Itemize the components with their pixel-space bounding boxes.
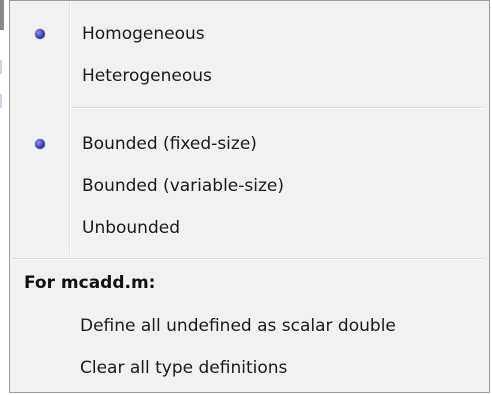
background-window-marker [0, 94, 2, 108]
section-header-for-file: For mcadd.m: [24, 273, 156, 293]
menu-separator [73, 107, 485, 109]
radio-selected-bullet-icon [35, 29, 45, 39]
menu-item-label: Unbounded [82, 218, 180, 238]
context-menu: Homogeneous Heterogeneous Bounded (fixed… [9, 0, 490, 393]
menu-item-bounded-variable-size[interactable]: Bounded (variable-size) [12, 166, 487, 206]
menu-separator [12, 258, 485, 260]
menu-item-label: Bounded (fixed-size) [82, 134, 257, 154]
menu-item-define-all-undefined[interactable]: Define all undefined as scalar double [12, 306, 487, 346]
menu-item-label: Bounded (variable-size) [82, 176, 284, 196]
menu-item-heterogeneous[interactable]: Heterogeneous [12, 56, 487, 96]
menu-item-unbounded[interactable]: Unbounded [12, 208, 487, 248]
menu-item-label: Homogeneous [82, 24, 205, 44]
menu-item-homogeneous[interactable]: Homogeneous [12, 14, 487, 54]
background-window-frame [0, 0, 4, 30]
menu-item-label: Heterogeneous [82, 66, 212, 86]
radio-selected-bullet-icon [35, 139, 45, 149]
menu-item-label: Define all undefined as scalar double [80, 316, 396, 336]
menu-item-bounded-fixed-size[interactable]: Bounded (fixed-size) [12, 124, 487, 164]
menu-item-clear-all-type-definitions[interactable]: Clear all type definitions [12, 348, 487, 388]
background-window-marker [0, 60, 2, 74]
menu-item-label: Clear all type definitions [80, 358, 288, 378]
